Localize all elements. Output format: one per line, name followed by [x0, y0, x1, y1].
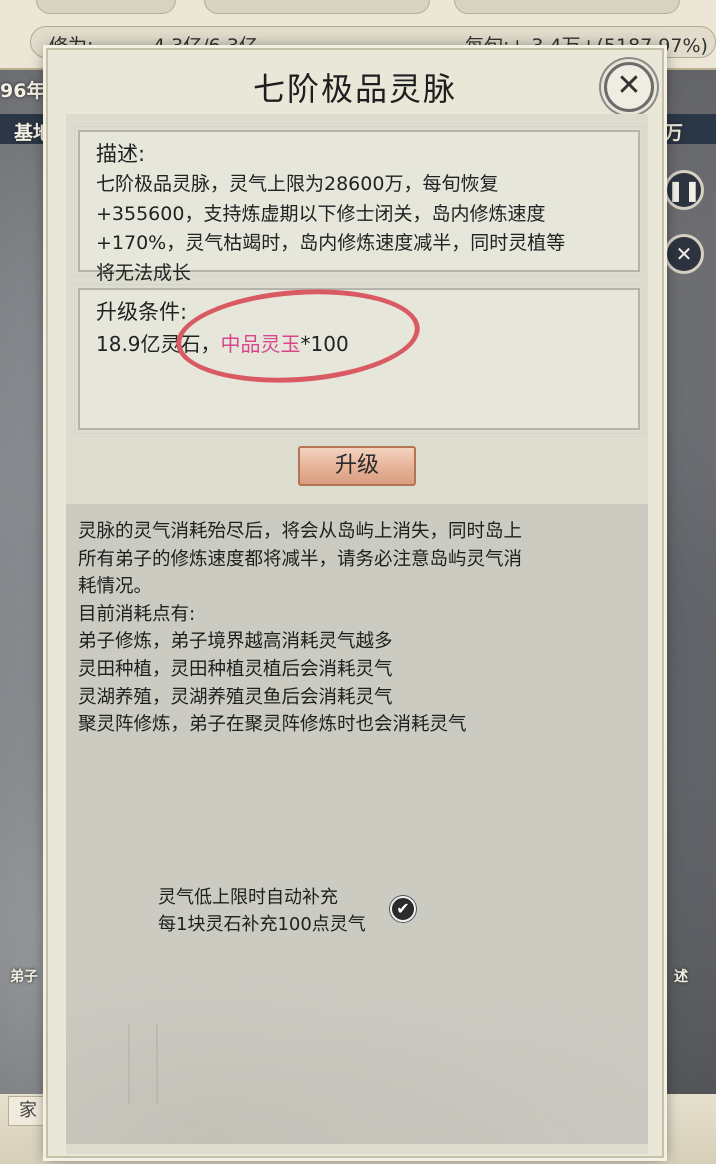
- info-line: 弟子修炼，弟子境界越高消耗灵气越多: [78, 631, 393, 653]
- description-line: 将无法成长: [96, 261, 192, 284]
- pavilion-illustration: [128, 1024, 158, 1104]
- dialog-title: 七阶极品灵脉: [252, 70, 457, 108]
- description-line: 七阶极品灵脉，灵气上限为28600万，每旬恢复: [96, 173, 499, 195]
- description-line: +355600，支持炼虚期以下修士闭关，岛内修炼速度: [96, 202, 546, 225]
- info-line: 目前消耗点有:: [78, 603, 196, 625]
- resource-pill: [36, 0, 176, 14]
- description-text: 七阶极品灵脉，灵气上限为28600万，每旬恢复 +355600，支持炼虚期以下修…: [96, 170, 636, 288]
- spirit-stone-cost: 18.9亿灵石，: [96, 332, 221, 356]
- auto-refill-line: 灵气低上限时自动补充: [158, 887, 338, 908]
- auto-refill-line: 每1块灵石补充100点灵气: [158, 914, 366, 935]
- info-panel: 灵脉的灵气消耗殆尽后，将会从岛屿上消失，同时岛上 所有弟子的修炼速度都将减半，请…: [66, 504, 648, 1144]
- upgrade-button[interactable]: 升级: [298, 446, 416, 486]
- home-tab[interactable]: 家: [8, 1096, 48, 1126]
- pause-icon[interactable]: ❚❚: [664, 170, 704, 210]
- disciple-side-label[interactable]: 弟子: [10, 966, 38, 986]
- describe-side-label[interactable]: 述: [674, 966, 688, 986]
- info-line: 灵脉的灵气消耗殆尽后，将会从岛屿上消失，同时岛上: [78, 521, 523, 542]
- requirements-line: 18.9亿灵石，中品灵玉*100: [96, 328, 349, 357]
- info-line: 所有弟子的修炼速度都将减半，请务必注意岛屿灵气消: [78, 548, 523, 570]
- auto-refill-checkbox-icon[interactable]: ✔: [390, 896, 416, 922]
- requirements-box: 升级条件: 18.9亿灵石，中品灵玉*100: [74, 284, 644, 434]
- year-label: 96年: [0, 80, 46, 102]
- description-heading: 描述:: [96, 142, 146, 166]
- info-line: 聚灵阵修炼，弟子在聚灵阵修炼时也会消耗灵气: [78, 714, 467, 736]
- info-line: 耗情况。: [78, 576, 153, 598]
- resource-pill: [204, 0, 430, 14]
- resource-pill: [454, 0, 680, 14]
- auto-refill-text: 灵气低上限时自动补充 每1块灵石补充100点灵气: [158, 884, 366, 938]
- requirements-heading: 升级条件:: [96, 300, 188, 324]
- description-line: +170%，灵气枯竭时，岛内修炼速度减半，同时灵植等: [96, 232, 566, 254]
- jade-item-link[interactable]: 中品灵玉: [221, 332, 301, 356]
- info-text: 灵脉的灵气消耗殆尽后，将会从岛屿上消失，同时岛上 所有弟子的修炼速度都将减半，请…: [78, 518, 558, 739]
- info-line: 灵湖养殖，灵湖养殖灵鱼后会消耗灵气: [78, 686, 393, 708]
- close-icon[interactable]: ✕: [604, 62, 654, 112]
- description-box: 描述: 七阶极品灵脉，灵气上限为28600万，每旬恢复 +355600，支持炼虚…: [74, 126, 644, 284]
- wan-label: 万: [664, 122, 684, 144]
- jade-count: *100: [300, 332, 349, 356]
- info-line: 灵田种植，灵田种植灵植后会消耗灵气: [78, 658, 393, 680]
- close-side-icon[interactable]: ✕: [664, 234, 704, 274]
